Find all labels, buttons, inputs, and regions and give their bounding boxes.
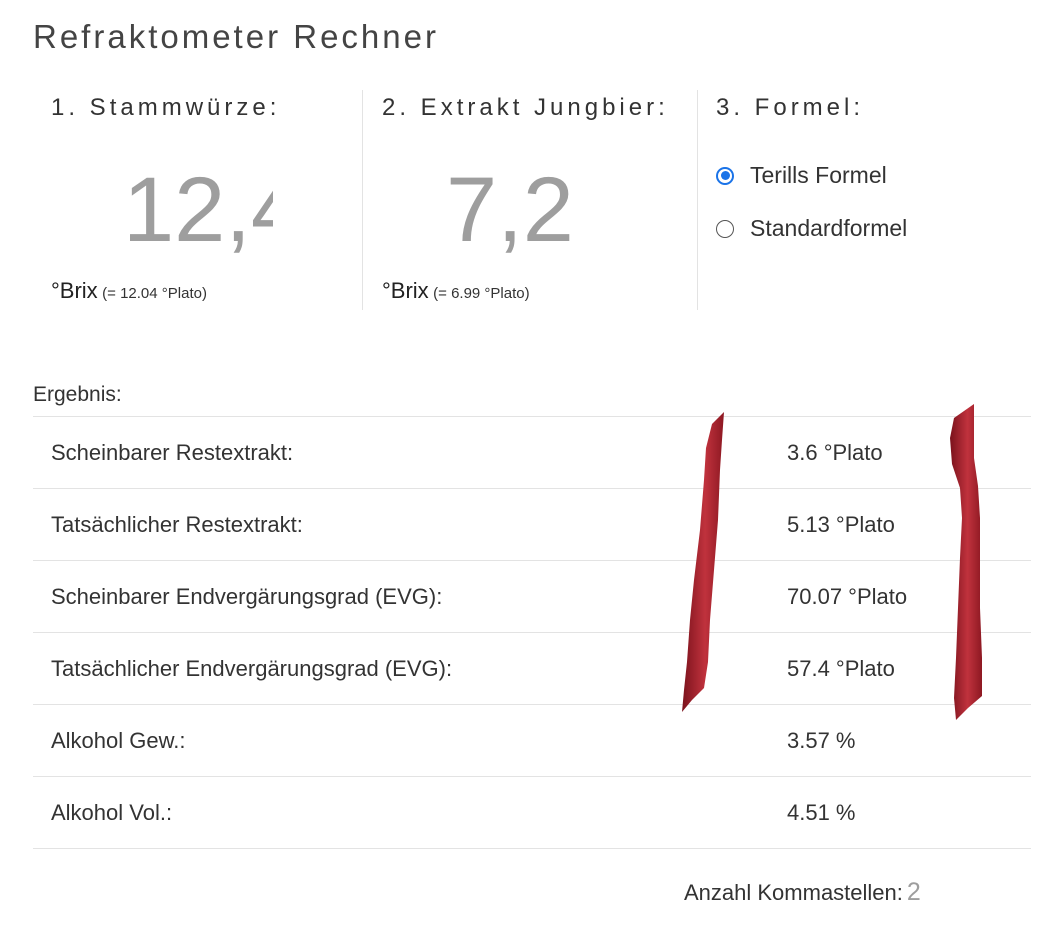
decimals-input[interactable]: 2 — [907, 878, 921, 906]
table-row: Tatsächlicher Endvergärungsgrad (EVG): 5… — [33, 632, 1031, 705]
table-row: Scheinbarer Endvergärungsgrad (EVG): 70.… — [33, 560, 1031, 633]
annotation-stroke-right — [950, 404, 982, 720]
result-name: Alkohol Vol.: — [33, 776, 787, 849]
annotation-stroke-left — [682, 412, 724, 712]
extrakt-jungbier-unit: °Brix — [382, 278, 429, 303]
formel-heading: 3. Formel: — [716, 94, 865, 121]
extrakt-jungbier-input[interactable] — [434, 160, 586, 260]
extrakt-jungbier-section: 2. Extrakt Jungbier: °Brix (= 6.99 °Plat… — [364, 90, 698, 310]
table-row: Alkohol Vol.: 4.51 % — [33, 776, 1031, 849]
page-title: Refraktometer Rechner — [33, 18, 439, 55]
table-row: Scheinbarer Restextrakt: 3.6 °Plato — [33, 416, 1031, 489]
stammwuerze-unit: °Brix — [51, 278, 98, 303]
stammwuerze-section: 1. Stammwürze: °Brix (= 12.04 °Plato) — [33, 90, 363, 310]
results-label: Ergebnis: — [33, 383, 122, 406]
table-row: Tatsächlicher Restextrakt: 5.13 °Plato — [33, 488, 1031, 561]
radio-unchecked-icon[interactable] — [716, 219, 734, 238]
radio-checked-icon[interactable] — [716, 166, 734, 185]
stammwuerze-heading: 1. Stammwürze: — [51, 94, 281, 121]
extrakt-jungbier-unit-line: °Brix (= 6.99 °Plato) — [382, 278, 530, 304]
radio-terills-formel-label: Terills Formel — [750, 162, 887, 188]
radio-terills-formel[interactable]: Terills Formel — [716, 162, 887, 189]
radio-standardformel-label: Standardformel — [750, 215, 908, 241]
stammwuerze-unit-line: °Brix (= 12.04 °Plato) — [51, 278, 207, 304]
extrakt-jungbier-conversion: (= 6.99 °Plato) — [433, 285, 530, 302]
formel-section: 3. Formel: Terills Formel Standardformel — [698, 90, 1038, 310]
radio-standardformel[interactable]: Standardformel — [716, 215, 907, 242]
stammwuerze-input[interactable] — [123, 160, 273, 260]
table-row: Alkohol Gew.: 3.57 % — [33, 704, 1031, 777]
decimals-control: Anzahl Kommastellen: 2 — [684, 878, 921, 907]
results-table: Scheinbarer Restextrakt: 3.6 °Plato Tats… — [33, 416, 1031, 849]
decimals-label: Anzahl Kommastellen: — [684, 880, 903, 905]
result-value: 4.51 % — [787, 776, 1031, 849]
extrakt-jungbier-heading: 2. Extrakt Jungbier: — [382, 94, 669, 121]
stammwuerze-conversion: (= 12.04 °Plato) — [102, 285, 207, 302]
